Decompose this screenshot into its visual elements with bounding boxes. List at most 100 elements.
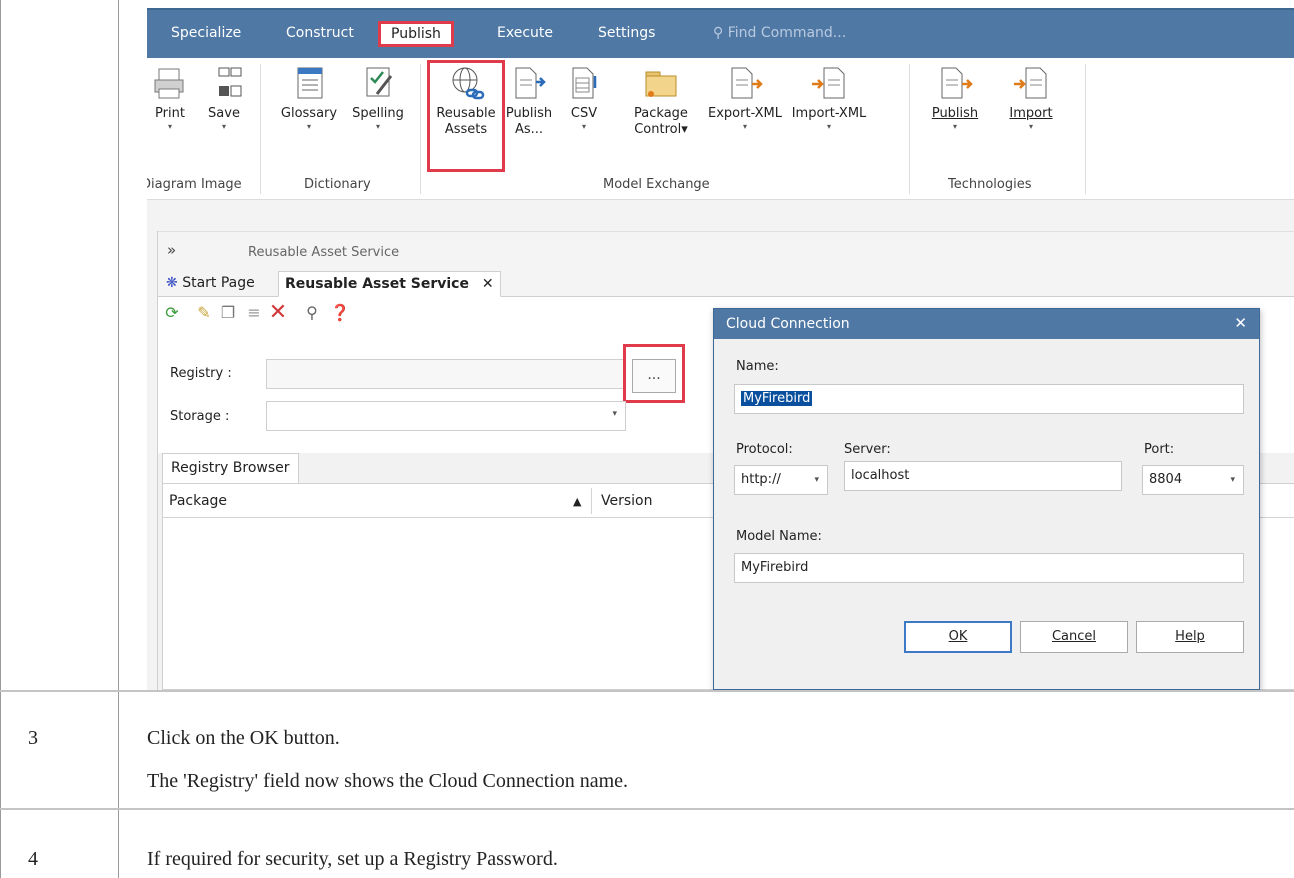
- service-toolbar: ⟳ ✎ ❐ ≡ ✕ ⚲ ❓: [158, 299, 678, 327]
- close-icon[interactable]: ✕: [1234, 309, 1247, 337]
- port-select[interactable]: 8804 ▾: [1142, 465, 1244, 495]
- print-button[interactable]: Print ▾: [147, 64, 193, 132]
- menu-bar: Specialize Construct Publish Execute Set…: [147, 8, 1294, 58]
- import-xml-button[interactable]: Import-XML ▾: [787, 64, 871, 132]
- server-label: Server:: [844, 442, 891, 457]
- publish-as-button[interactable]: Publish As...: [503, 64, 555, 138]
- step-3-line-1: Click on the OK button.: [147, 727, 340, 749]
- glossary-button[interactable]: Glossary ▾: [275, 64, 343, 132]
- menu-specialize[interactable]: Specialize: [161, 21, 251, 47]
- menu-settings[interactable]: Settings: [588, 21, 665, 47]
- registry-label: Registry :: [170, 366, 232, 381]
- search-icon[interactable]: ⚲: [302, 303, 322, 323]
- expand-chevron-icon[interactable]: »: [167, 241, 176, 259]
- close-tab-icon[interactable]: ✕: [482, 276, 494, 292]
- group-separator: [420, 64, 421, 194]
- export-xml-button[interactable]: Export-XML ▾: [703, 64, 787, 132]
- name-value: MyFirebird: [741, 391, 813, 406]
- import-document-icon: [1012, 64, 1050, 102]
- group-diagram-image: Diagram Image: [147, 177, 242, 192]
- import-xml-icon: [810, 64, 848, 102]
- row-divider-mid: [0, 808, 1294, 810]
- port-value: 8804: [1149, 472, 1183, 487]
- copy-icon[interactable]: ❐: [218, 303, 238, 323]
- ok-button[interactable]: OK: [904, 621, 1012, 653]
- chevron-down-icon: ▾: [1230, 475, 1235, 485]
- model-name-field[interactable]: MyFirebird: [734, 553, 1244, 583]
- help-icon[interactable]: ❓: [330, 303, 350, 323]
- menu-execute[interactable]: Execute: [487, 21, 563, 47]
- glossary-icon: [290, 64, 328, 102]
- model-name-value: MyFirebird: [741, 560, 809, 575]
- cancel-button[interactable]: Cancel: [1020, 621, 1128, 653]
- server-value: localhost: [851, 468, 910, 483]
- window-title: Reusable Asset Service: [248, 245, 400, 260]
- tech-import-button[interactable]: Import ▾: [1001, 64, 1061, 132]
- protocol-value: http://: [741, 472, 781, 487]
- protocol-label: Protocol:: [736, 442, 793, 457]
- group-separator: [909, 64, 910, 194]
- new-icon[interactable]: ✎: [194, 303, 214, 323]
- tab-start-page[interactable]: ❋ Start Page: [160, 271, 261, 297]
- group-separator: [1085, 64, 1086, 194]
- group-model-exchange: Model Exchange: [603, 177, 710, 192]
- dialog-title: Cloud Connection: [714, 309, 1259, 339]
- column-package[interactable]: Package: [169, 493, 227, 509]
- spelling-icon: [359, 64, 397, 102]
- group-technologies: Technologies: [948, 177, 1032, 192]
- compare-icon[interactable]: ≡: [244, 303, 264, 323]
- name-field[interactable]: MyFirebird: [734, 384, 1244, 414]
- csv-file-icon: [565, 64, 603, 102]
- window-title-bar: » Reusable Asset Service: [158, 231, 1294, 267]
- ribbon: Print ▾ Save ▾ Diagram Image Glossary ▾ …: [147, 58, 1294, 200]
- chevron-down-icon: ▾: [612, 409, 617, 419]
- printer-icon: [151, 64, 189, 102]
- step-3-line-2: The 'Registry' field now shows the Cloud…: [147, 770, 629, 792]
- sort-ascending-icon[interactable]: ▲: [573, 495, 581, 508]
- find-command[interactable]: ⚲ Find Command...: [703, 21, 856, 47]
- reusable-assets-highlight: [427, 60, 505, 172]
- table-column-divider: [118, 0, 119, 878]
- tab-registry-browser[interactable]: Registry Browser: [162, 453, 299, 483]
- screenshot: Specialize Construct Publish Execute Set…: [147, 8, 1294, 690]
- row-divider-top: [0, 690, 1294, 692]
- model-name-label: Model Name:: [736, 529, 822, 544]
- column-version[interactable]: Version: [601, 493, 652, 509]
- spelling-button[interactable]: Spelling ▾: [345, 64, 411, 132]
- storage-label: Storage :: [170, 409, 230, 424]
- cloud-connection-dialog: Cloud Connection ✕ Name: MyFirebird Prot…: [713, 308, 1260, 690]
- step-number-4: 4: [28, 848, 38, 870]
- registry-field[interactable]: [266, 359, 626, 389]
- table-left-border: [0, 0, 1, 878]
- name-label: Name:: [736, 359, 779, 374]
- lightbulb-icon: ⚲: [713, 25, 724, 41]
- package-folder-icon: [642, 64, 680, 102]
- menu-publish[interactable]: Publish: [378, 21, 454, 47]
- server-field[interactable]: localhost: [844, 461, 1122, 491]
- tech-publish-button[interactable]: Publish ▾: [925, 64, 985, 132]
- help-button[interactable]: Help: [1136, 621, 1244, 653]
- publish-document-icon: [936, 64, 974, 102]
- group-separator: [260, 64, 261, 194]
- protocol-select[interactable]: http:// ▾: [734, 465, 828, 495]
- chevron-down-icon: ▾: [814, 475, 819, 485]
- save-button[interactable]: Save ▾: [201, 64, 247, 132]
- start-page-icon: ❋: [166, 275, 178, 291]
- save-diagram-icon: [205, 64, 243, 102]
- step-number-3: 3: [28, 727, 38, 749]
- publish-document-icon: [510, 64, 548, 102]
- storage-select[interactable]: ▾: [266, 401, 626, 431]
- find-command-label: Find Command...: [727, 25, 847, 41]
- package-control-button[interactable]: Package Control▾: [617, 64, 705, 138]
- delete-icon[interactable]: ✕: [268, 302, 288, 324]
- step-4-line-1: If required for security, set up a Regis…: [147, 848, 558, 870]
- export-xml-icon: [726, 64, 764, 102]
- tab-strip: ❋ Start Page Reusable Asset Service ✕: [158, 267, 1294, 297]
- column-divider: [591, 488, 592, 514]
- csv-button[interactable]: CSV ▾: [561, 64, 607, 132]
- refresh-icon[interactable]: ⟳: [162, 303, 182, 323]
- browse-button-highlight: [623, 344, 685, 403]
- tab-reusable-asset-service[interactable]: Reusable Asset Service ✕: [278, 271, 501, 297]
- menu-construct[interactable]: Construct: [276, 21, 364, 47]
- group-dictionary: Dictionary: [304, 177, 371, 192]
